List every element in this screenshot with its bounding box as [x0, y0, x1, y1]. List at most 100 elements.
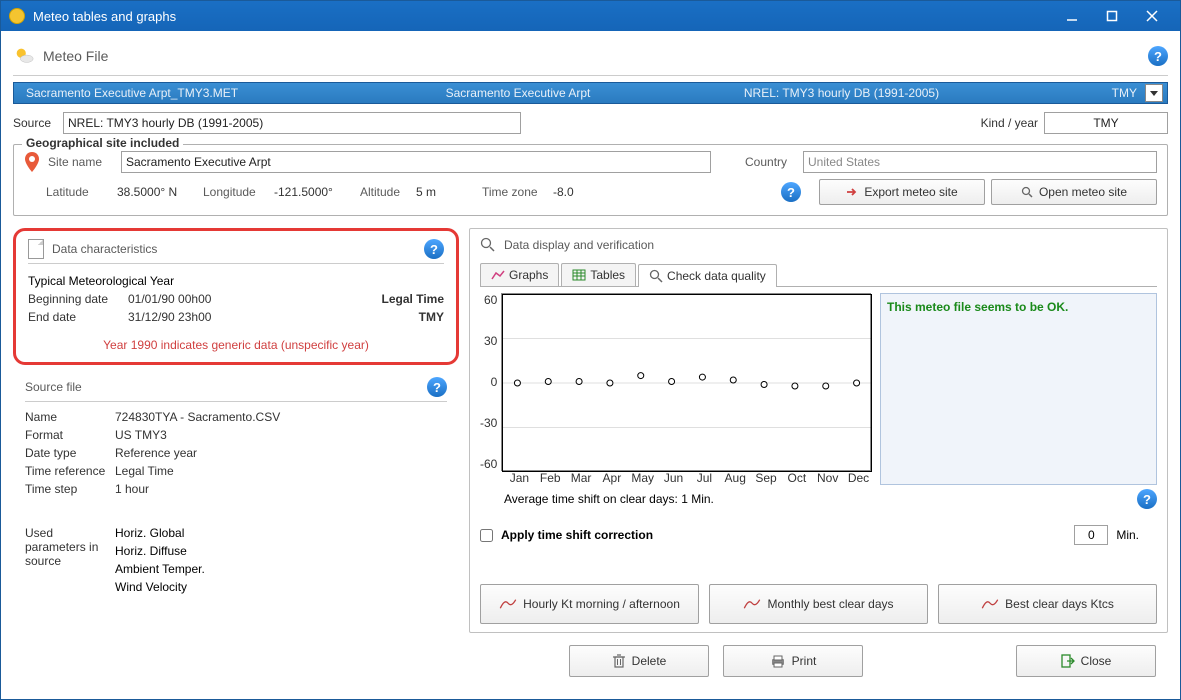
exit-icon [1061, 654, 1075, 668]
magnifier-icon [1021, 186, 1033, 198]
site-name-field: Sacramento Executive Arpt [121, 151, 711, 173]
sf-timestep-value: 1 hour [115, 482, 149, 496]
source-row: Source NREL: TMY3 hourly DB (1991-2005) … [13, 112, 1168, 134]
display-title: Data display and verification [504, 238, 654, 252]
data-characteristics-panel: Data characteristics ? Typical Meteorolo… [13, 228, 459, 365]
hourly-kt-button[interactable]: Hourly Kt morning / afternoon [480, 584, 699, 624]
sf-datetype-value: Reference year [115, 446, 197, 460]
file-db: NREL: TMY3 hourly DB (1991-2005) [638, 86, 1045, 100]
help-icon[interactable]: ? [781, 182, 801, 202]
geographical-site-fieldset: Geographical site included Site name Sac… [13, 144, 1168, 216]
param-horiz-global: Horiz. Global [115, 526, 205, 540]
sf-datetype-label: Date type [25, 446, 115, 460]
sf-timestep-label: Time step [25, 482, 115, 496]
window-title: Meteo tables and graphs [33, 9, 1052, 24]
close-button[interactable]: Close [1016, 645, 1156, 677]
kind-year-field: TMY [1044, 112, 1168, 134]
chart-icon [491, 269, 505, 281]
latitude-value: 38.5000° N [117, 185, 197, 199]
sf-timeref-value: Legal Time [115, 464, 174, 478]
altitude-label: Altitude [360, 185, 410, 199]
open-meteo-site-button[interactable]: Open meteo site [991, 179, 1157, 205]
best-clear-days-ktcs-button[interactable]: Best clear days Ktcs [938, 584, 1157, 624]
chevron-down-icon[interactable] [1145, 84, 1163, 102]
help-icon[interactable]: ? [1148, 46, 1168, 66]
help-icon[interactable]: ? [424, 239, 444, 259]
begin-date-value: 01/01/90 00h00 [128, 292, 211, 306]
curve-icon [499, 598, 517, 610]
country-label: Country [745, 155, 795, 169]
app-window: Meteo tables and graphs Meteo File ? Sac… [0, 0, 1181, 700]
content-area: Meteo File ? Sacramento Executive Arpt_T… [1, 31, 1180, 699]
ok-message: This meteo file seems to be OK. [880, 293, 1157, 485]
geo-legend: Geographical site included [22, 136, 183, 150]
file-station: Sacramento Executive Arpt [398, 86, 638, 100]
sun-cloud-icon [13, 45, 35, 67]
document-icon [28, 239, 44, 259]
used-params-label: Used [25, 526, 115, 540]
help-icon[interactable]: ? [427, 377, 447, 397]
meteo-header: Meteo File ? [13, 41, 1168, 76]
page-title: Meteo File [43, 48, 1148, 64]
param-wind-velocity: Wind Velocity [115, 580, 205, 594]
file-kind: TMY [1045, 86, 1145, 100]
chart-xaxis: JanFebMarAprMayJunJulAugSepOctNovDec [504, 471, 874, 485]
generic-year-note: Year 1990 indicates generic data (unspec… [28, 338, 444, 352]
sf-name-value: 724830TYA - Sacramento.CSV [115, 410, 280, 424]
latitude-label: Latitude [46, 185, 111, 199]
end-date-label: End date [28, 310, 128, 324]
monthly-clear-days-button[interactable]: Monthly best clear days [709, 584, 928, 624]
close-window-button[interactable] [1132, 5, 1172, 27]
data-char-title: Data characteristics [52, 242, 157, 256]
timeshift-chart [501, 293, 871, 471]
print-button[interactable]: Print [723, 645, 863, 677]
source-label: Source [13, 116, 57, 130]
help-icon[interactable]: ? [1137, 489, 1157, 509]
source-file-title: Source file [25, 380, 82, 394]
sf-format-label: Format [25, 428, 115, 442]
begin-date-label: Beginning date [28, 292, 128, 306]
param-ambient-temp: Ambient Temper. [115, 562, 205, 576]
avg-shift-label: Average time shift on clear days: 1 Min. [504, 492, 714, 506]
curve-icon [981, 598, 999, 610]
tab-check-quality[interactable]: Check data quality [638, 264, 777, 287]
country-field: United States [803, 151, 1157, 173]
apply-shift-checkbox[interactable] [480, 529, 493, 542]
file-selector-bar[interactable]: Sacramento Executive Arpt_TMY3.MET Sacra… [13, 82, 1168, 104]
maximize-button[interactable] [1092, 5, 1132, 27]
timezone-value: -8.0 [553, 185, 593, 199]
file-name: Sacramento Executive Arpt_TMY3.MET [18, 86, 398, 100]
tabs: Graphs Tables Check data quality [480, 263, 1157, 287]
shift-value-input[interactable] [1074, 525, 1108, 545]
marker-icon [24, 152, 40, 172]
data-display-panel: Data display and verification Graphs Tab… [469, 228, 1168, 633]
titlebar: Meteo tables and graphs [1, 1, 1180, 31]
tab-tables[interactable]: Tables [561, 263, 636, 286]
curve-icon [743, 598, 761, 610]
magnifier-icon [649, 269, 663, 283]
delete-button[interactable]: Delete [569, 645, 709, 677]
legal-time-label: Legal Time [382, 292, 444, 306]
sf-format-value: US TMY3 [115, 428, 167, 442]
param-horiz-diffuse: Horiz. Diffuse [115, 544, 205, 558]
tab-graphs[interactable]: Graphs [480, 263, 559, 286]
source-field: NREL: TMY3 hourly DB (1991-2005) [63, 112, 521, 134]
magnifier-icon [480, 237, 496, 253]
site-name-label: Site name [48, 155, 113, 169]
tmy-label: Typical Meteorological Year [28, 274, 444, 288]
apply-shift-label: Apply time shift correction [501, 528, 653, 542]
bottom-bar: Delete Print Close [13, 635, 1168, 689]
end-date-value: 31/12/90 23h00 [128, 310, 211, 324]
altitude-value: 5 m [416, 185, 476, 199]
trash-icon [612, 653, 626, 669]
source-file-panel: Source file ? Name724830TYA - Sacramento… [13, 373, 459, 598]
sf-name-label: Name [25, 410, 115, 424]
longitude-value: -121.5000° [274, 185, 354, 199]
export-meteo-site-button[interactable]: Export meteo site [819, 179, 985, 205]
minimize-button[interactable] [1052, 5, 1092, 27]
printer-icon [770, 654, 786, 668]
shift-unit-label: Min. [1116, 528, 1139, 542]
export-icon [846, 186, 858, 198]
timezone-label: Time zone [482, 185, 547, 199]
sf-timeref-label: Time reference [25, 464, 115, 478]
